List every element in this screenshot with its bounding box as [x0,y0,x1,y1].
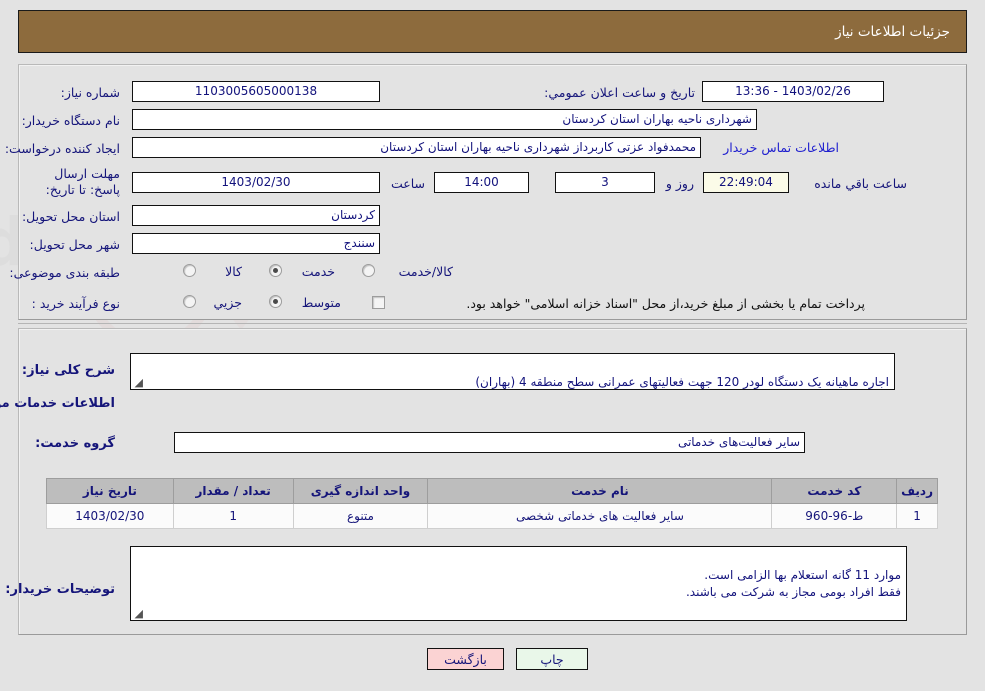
table-header-row: ردیف کد خدمت نام خدمت واحد اندازه گیری ت… [46,478,938,504]
label-subject-category: طبقه بندی موضوعی: [9,265,120,280]
buyer-notes-text: موارد 11 گانه استعلام بها الزامی است. فق… [685,568,901,599]
radio-label-process-minor[interactable]: جزیي [213,295,242,310]
page-title: جزئیات اطلاعات نیاز [835,23,950,40]
buyer-contact-link[interactable]: اطلاعات تماس خریدار [723,140,839,155]
requester-field[interactable]: محمدفواد عزتی کاربرداز شهرداری ناحیه بها… [132,137,701,158]
col-unit: واحد اندازه گیری [292,478,429,504]
window-title-bar: جزئیات اطلاعات نیاز [18,10,967,53]
col-service-code: کد خدمت [771,478,898,504]
col-service-name: نام خدمت [427,478,773,504]
resize-grip-icon-notes[interactable]: ◢ [133,608,143,619]
radio-label-process-medium[interactable]: متوسط [302,295,341,310]
deadline-date-field[interactable]: 1403/02/30 [132,172,380,193]
cell-quantity: 1 [172,503,294,529]
label-announce-datetime: تاریخ و ساعت اعلان عمومي: [544,85,695,100]
deadline-hour-field[interactable]: 14:00 [434,172,529,193]
countdown-field: 22:49:04 [703,172,789,193]
remaining-days-field[interactable]: 3 [555,172,655,193]
cell-unit: متنوع [292,503,429,529]
radio-category-goods-service[interactable] [362,264,375,277]
radio-process-medium[interactable] [269,295,282,308]
buyer-notes-textarea[interactable]: موارد 11 گانه استعلام بها الزامی است. فق… [130,546,907,621]
label-general-desc: شرح کلی نیاز: [21,363,115,378]
cell-need-date: 1403/02/30 [46,503,174,529]
label-service-group: گروه خدمت: [35,436,115,451]
radio-label-category-goods-service[interactable]: کالا/خدمت [399,264,453,279]
label-delivery-province: استان محل تحویل: [21,209,120,224]
resize-grip-icon[interactable]: ◢ [133,377,143,388]
buyer-org-field[interactable]: شهرداری ناحیه بهاران استان کردستان [132,109,757,130]
treasury-bond-checkbox[interactable] [372,296,385,309]
announce-datetime-field[interactable]: 1403/02/26 - 13:36 [702,81,884,102]
label-delivery-city: شهر محل تحویل: [29,237,120,252]
services-heading: اطلاعات خدمات مورد نیاز [0,396,115,411]
label-buyer-org: نام دستگاه خریدار: [21,113,120,128]
service-group-field[interactable]: سایر فعالیت‌های خدماتی [174,432,805,453]
label-buyer-notes: توضیحات خریدار: [5,582,115,597]
table-row[interactable]: 1 ط-96-960 سایر فعالیت های خدماتی شخصی م… [46,503,938,529]
general-desc-text: اجاره ماهیانه یک دستگاه لودر 120 جهت فعا… [475,375,889,389]
back-button[interactable]: بازگشت [427,648,504,670]
services-table: ردیف کد خدمت نام خدمت واحد اندازه گیری ت… [46,478,938,529]
general-desc-textarea[interactable]: اجاره ماهیانه یک دستگاه لودر 120 جهت فعا… [130,353,895,390]
cell-service-code: ط-96-960 [771,503,898,529]
label-days: روز و [665,176,694,191]
col-row-no: ردیف [896,478,938,504]
label-deadline: مهلت ارسال پاسخ: تا تاریخ: [45,166,120,197]
label-need-number: شماره نیاز: [60,85,120,100]
radio-process-minor[interactable] [183,295,196,308]
label-remaining-hours: ساعت باقي مانده [814,176,907,191]
cell-row-no: 1 [896,503,938,529]
radio-label-category-service[interactable]: خدمت [302,264,335,279]
treasury-bond-note: پرداخت تمام یا بخشی از مبلغ خرید،از محل … [466,296,865,311]
radio-label-category-goods[interactable]: کالا [225,264,242,279]
col-quantity: تعداد / مقدار [172,478,294,504]
label-deadline-hour: ساعت [390,176,425,191]
need-number-field[interactable]: 1103005605000138 [132,81,380,102]
col-need-date: تاریخ نیاز [46,478,174,504]
radio-category-goods[interactable] [183,264,196,277]
cell-service-name: سایر فعالیت های خدماتی شخصی [427,503,773,529]
print-button[interactable]: چاپ [516,648,588,670]
delivery-city-field[interactable]: سنندج [132,233,380,254]
label-purchase-process: نوع فرآیند خرید : [31,296,120,311]
section-divider [18,323,967,324]
radio-category-service[interactable] [269,264,282,277]
label-requester: ایجاد کننده درخواست: [4,141,120,156]
delivery-province-field[interactable]: کردستان [132,205,380,226]
page-root: AriaTender.net جزئیات اطلاعات نیاز شماره… [0,0,985,691]
